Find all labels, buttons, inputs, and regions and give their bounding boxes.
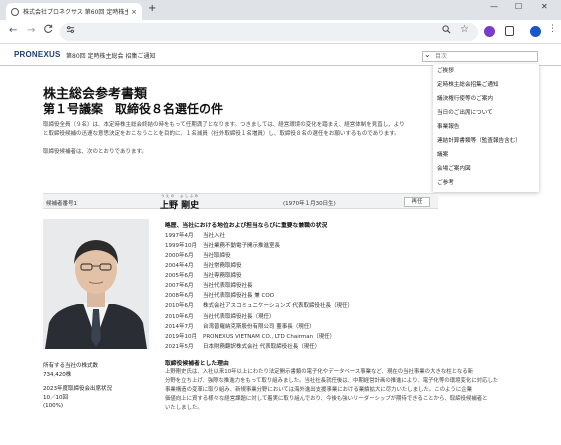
- toc-item-financials[interactable]: 連結計算書類等（監査報告含む）: [437, 136, 521, 144]
- candidates-intro: 取締役候補者は、次のとおりであります。: [43, 149, 147, 155]
- tab-close-icon[interactable]: ×: [131, 8, 137, 16]
- forward-button[interactable]: →: [27, 25, 35, 36]
- toc-dropdown: ご挨拶 定時株主総会招集ご通知 議決権行使等のご案内 当日のご出席について 事業…: [433, 64, 539, 192]
- toc-select[interactable]: 目次: [422, 51, 538, 62]
- browser-tab[interactable]: 株式会社プロネクサス 第60回 定時株主総会 ×: [6, 3, 142, 20]
- browser-menu-icon[interactable]: ⋮: [548, 24, 557, 34]
- reason-heading: 取締役候補者とした理由: [165, 361, 229, 367]
- career-date: 1999年10月: [165, 243, 197, 249]
- zoom-icon[interactable]: [442, 25, 451, 37]
- career-date: 2007年6月: [165, 283, 194, 289]
- toc-item-venue-map[interactable]: 会場ご案内図: [437, 164, 471, 172]
- career-text: 株式会社アスコミュニケーションズ 代表取締役社長（現任）: [203, 303, 354, 309]
- reason-line: 価値向上に資する様々な経営課題に対して着実に取り組んでおり、今後も強いリーダーシ…: [165, 396, 488, 402]
- career-date: 1997年4月: [165, 233, 194, 239]
- toc-item-reference[interactable]: ご参考: [437, 178, 454, 186]
- toc-item-proposals[interactable]: 議案: [437, 150, 448, 158]
- career-date: 2019年10月: [165, 334, 197, 340]
- extension-icon[interactable]: [484, 26, 495, 37]
- candidate-portrait-icon: [43, 219, 149, 349]
- reason-line: 上野剛史氏は、入社以来10年以上にわたり法定開示書類の電子化やデータベース事業な…: [165, 369, 474, 375]
- reason-line: 事業構造の変革に取り組み、新規事業分野においては海外進出支援事業における業績拡大…: [165, 387, 472, 393]
- candidate-header: 候補者番号1 うえの よしふみ 上野 剛史 (1970年１月30日生) 再任: [43, 193, 438, 211]
- candidate-photo: [43, 219, 149, 349]
- shares-label: 所有する当社の株式数: [43, 363, 99, 369]
- candidate-number: 候補者番号1: [46, 201, 77, 207]
- minimize-button[interactable]: —: [490, 2, 498, 11]
- career-date: 2004年4月: [165, 263, 194, 269]
- reappointment-badge: 再任: [404, 197, 430, 207]
- board-attendance-label: 2023年度取締役会出席状況: [43, 386, 112, 392]
- reason-line: 分野を立ち上げ、強際な推進力をもって取り組みました。当社社長就任後は、中期経営計…: [165, 378, 499, 384]
- site-settings-icon[interactable]: [66, 25, 75, 37]
- career-date: 2010年6月: [165, 314, 194, 320]
- browser-toolbar: ← → ☆ ⋮: [0, 20, 561, 44]
- career-date: 2008年6月: [165, 293, 194, 299]
- career-text: 日本財務翻訳株式会社 代表取締役社長（現任）: [203, 344, 321, 350]
- toc-item-notice[interactable]: 定時株主総会招集ご通知: [437, 80, 499, 88]
- toc-item-attendance[interactable]: 当日のご出席について: [437, 108, 493, 116]
- candidate-name: 上野 剛史: [160, 201, 200, 211]
- career-text: 当社取締役: [203, 253, 231, 259]
- reload-icon: [44, 24, 53, 33]
- bookmark-star-icon[interactable]: ☆: [460, 24, 469, 35]
- career-text: 台湾普羅納克斯股份有限公司 董事長（現任）: [203, 324, 315, 330]
- intro-line-1: 取締役全員（９名）は、本定時株主総会終結の時をもって任期満了となります。つきまし…: [43, 122, 405, 128]
- career-text: 当社代表取締役社長（現任）: [203, 314, 275, 320]
- tab-title: 株式会社プロネクサス 第60回 定時株主総会: [23, 9, 129, 16]
- close-window-button[interactable]: ✕: [541, 2, 548, 11]
- career-date: 2005年6月: [165, 273, 194, 279]
- career-text: 当社入社: [203, 233, 226, 239]
- career-text: PRONEXUS VIETNAM CO., LTD Chairman（現任）: [203, 334, 336, 340]
- toc-item-greeting[interactable]: ご挨拶: [437, 66, 454, 74]
- career-date: 2014年7月: [165, 324, 194, 330]
- toc-item-business-report[interactable]: 事業報告: [437, 122, 459, 130]
- address-bar[interactable]: ☆: [60, 23, 478, 41]
- career-date: 2000年6月: [165, 253, 194, 259]
- site-favicon-icon: [11, 7, 19, 16]
- chevron-down-icon[interactable]: ⌄: [424, 50, 431, 59]
- shares-value: 734,420株: [43, 372, 72, 378]
- candidate-birthdate: (1970年１月30日生): [283, 201, 336, 207]
- board-attendance-value: 10／10回: [43, 395, 68, 401]
- career-date: 2010年6月: [165, 303, 194, 309]
- new-tab-button[interactable]: +: [148, 3, 156, 14]
- proposal-title: 第１号議案 取締役８名選任の件: [43, 102, 224, 116]
- career-text: 当社常務取締役: [203, 263, 242, 269]
- browser-tab-bar: 株式会社プロネクサス 第60回 定時株主総会 × + — ☐ ✕: [0, 0, 561, 20]
- toc-item-voting[interactable]: 議決権行使等のご案内: [437, 94, 493, 102]
- extensions-puzzle-icon[interactable]: [505, 26, 514, 36]
- career-text: 当社代表取締役社長: [203, 283, 253, 289]
- intro-line-2: と取締役候補の迅速な意思決定をおこなうことを目的に、１名減員（社外取締役１名増員…: [43, 131, 400, 137]
- reload-button[interactable]: [44, 24, 53, 36]
- maximize-button[interactable]: ☐: [515, 2, 522, 11]
- career-date: 2021年5月: [165, 344, 194, 350]
- board-attendance-percent: (100%): [43, 403, 64, 409]
- reason-line: いたしました。: [165, 405, 203, 411]
- career-text: 当社専務取締役: [203, 273, 242, 279]
- site-title: 第80回 定時株主総会 招集ご通知: [66, 53, 156, 60]
- back-button[interactable]: ←: [9, 25, 17, 36]
- profile-avatar-icon[interactable]: [530, 26, 541, 37]
- pronexus-logo[interactable]: PRONEXUS: [14, 50, 61, 59]
- career-text: 当社業務不動電子開示推進室長: [203, 243, 281, 249]
- career-heading: 略歴、当社における地位および担当ならびに重要な兼職の状況: [165, 223, 328, 229]
- career-text: 当社代表取締役社長 兼 COO: [203, 293, 274, 299]
